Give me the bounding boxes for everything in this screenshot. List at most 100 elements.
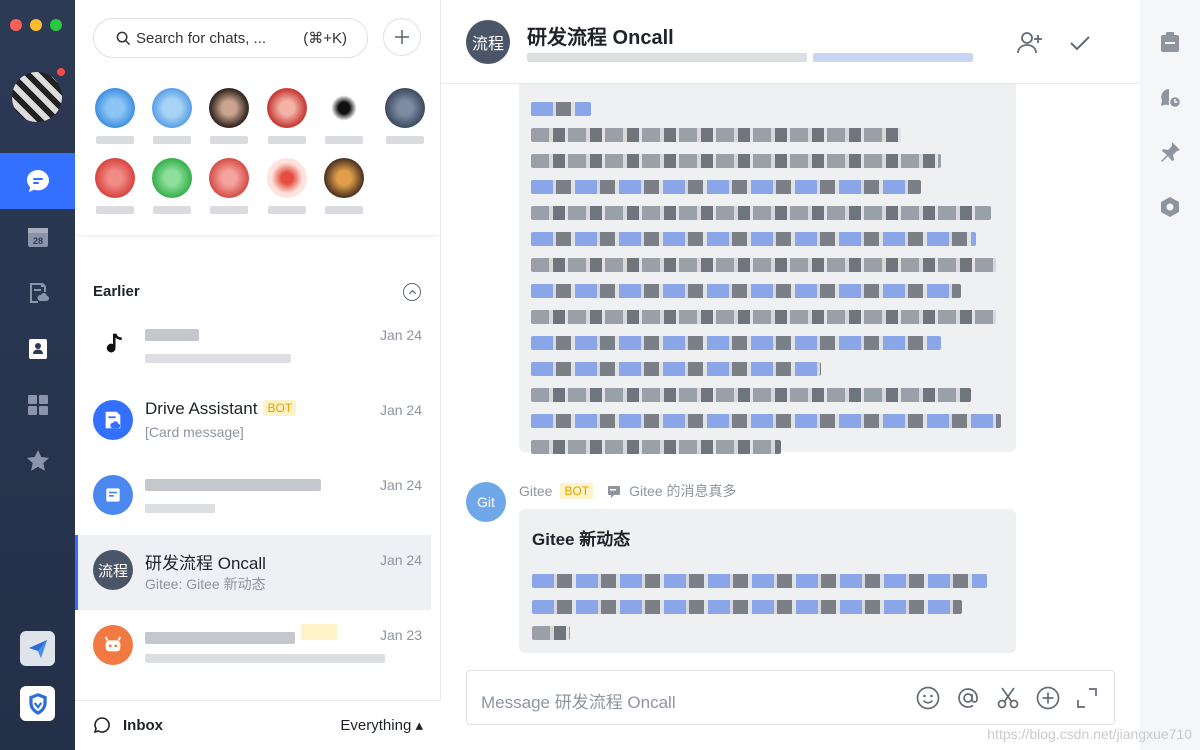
chat-avatar: [93, 625, 133, 665]
drive-icon: [105, 411, 121, 429]
message-composer[interactable]: Message 研发流程 Oncall: [466, 670, 1115, 725]
notification-dot: [55, 66, 67, 78]
chat-list-item[interactable]: Jan 24: [75, 310, 431, 385]
emoji-icon[interactable]: [915, 685, 941, 711]
svg-text:28: 28: [32, 236, 42, 246]
chat-date: Jan 23: [379, 627, 422, 643]
maximize-window-button[interactable]: [50, 19, 62, 31]
pinned-chat[interactable]: [322, 88, 366, 144]
pinned-chats: [75, 72, 441, 236]
chat-history-icon[interactable]: [1158, 86, 1182, 110]
pinned-chat[interactable]: [93, 158, 137, 214]
pinned-chat[interactable]: [322, 158, 366, 214]
chat-list-item-active[interactable]: 流程 研发流程 Oncall Gitee: Gitee 新动态 Jan 24: [75, 535, 431, 610]
inbox-button[interactable]: Inbox: [93, 716, 163, 734]
window-controls: [10, 19, 62, 31]
mention-icon[interactable]: [955, 685, 981, 711]
expand-icon[interactable]: [1074, 685, 1100, 711]
new-chat-button[interactable]: [383, 18, 421, 56]
chat-preview: Gitee: Gitee 新动态: [145, 576, 266, 592]
chat-name: [145, 324, 199, 344]
rail-item-messenger[interactable]: [0, 153, 75, 209]
chat-name-text: Drive Assistant: [145, 399, 258, 418]
rail-item-contacts[interactable]: [0, 321, 75, 377]
contacts-icon: [28, 339, 47, 359]
rail-item-workplace[interactable]: [0, 377, 75, 433]
document-cloud-icon: [29, 283, 49, 303]
bot-badge: BOT: [263, 400, 297, 416]
chat-date: Jan 24: [379, 402, 422, 418]
rail-item-calendar[interactable]: 28: [0, 209, 75, 265]
settings-hexagon-icon[interactable]: [1158, 195, 1182, 219]
chat-date: Jan 24: [379, 552, 422, 568]
checkmark-icon[interactable]: [1066, 29, 1094, 57]
chat-list-panel: Search for chats, ... (⌘+K) Earlier Jan …: [75, 0, 441, 750]
sender-avatar[interactable]: Git: [466, 482, 506, 522]
bot-badge: BOT: [560, 483, 594, 499]
chat-avatar: [93, 400, 133, 440]
chat-date: Jan 24: [379, 327, 422, 343]
rail-app-paper-plane[interactable]: [20, 631, 55, 666]
group-avatar[interactable]: 流程: [466, 20, 510, 64]
collapse-section-button[interactable]: [403, 283, 421, 301]
left-rail: 28: [0, 0, 75, 750]
composer-placeholder: Message 研发流程 Oncall: [481, 693, 676, 712]
chat-name: 研发流程 Oncall: [145, 554, 266, 573]
chat-date: Jan 24: [379, 477, 422, 493]
chat-main: 流程 研发流程 Oncall Git Gitee BOT Gitee 的消息真多…: [441, 0, 1140, 750]
pinned-chat[interactable]: [265, 158, 309, 214]
announcement-icon[interactable]: [1158, 30, 1182, 54]
chat-list-item[interactable]: Jan 24: [75, 460, 431, 535]
chat-header: 流程 研发流程 Oncall: [441, 0, 1140, 84]
rail-app-shield[interactable]: [20, 686, 55, 721]
sender-name[interactable]: Gitee: [519, 483, 552, 499]
rail-item-favorites[interactable]: [0, 433, 75, 489]
add-member-icon[interactable]: [1016, 29, 1044, 57]
close-window-button[interactable]: [10, 19, 22, 31]
grid-apps-icon: [27, 395, 48, 415]
app-window: 28 Search for chats, ... (⌘+K) Earlier J…: [0, 0, 1200, 750]
pinned-chat[interactable]: [150, 88, 194, 144]
thread-title[interactable]: Gitee 的消息真多: [629, 481, 736, 501]
chat-avatar: 流程: [93, 550, 133, 590]
pinned-chat[interactable]: [150, 158, 194, 214]
pinned-chat[interactable]: [207, 158, 251, 214]
pinned-chat[interactable]: [265, 88, 309, 144]
star-icon: [26, 450, 49, 471]
chat-preview: [145, 499, 215, 515]
user-avatar[interactable]: [12, 72, 62, 122]
paper-plane-icon: [28, 639, 47, 658]
chat-title: 研发流程 Oncall: [527, 27, 674, 49]
search-input[interactable]: Search for chats, ... (⌘+K): [93, 18, 368, 58]
message-card: [519, 84, 1016, 454]
chat-name: [145, 624, 337, 647]
shield-icon: [28, 692, 47, 715]
form-icon: [106, 488, 120, 502]
card-title: Gitee 新动态: [532, 530, 631, 549]
plus-circle-icon[interactable]: [1035, 685, 1061, 711]
right-toolbar: [1140, 0, 1200, 750]
pinned-chat[interactable]: [207, 88, 251, 144]
pinned-chat[interactable]: [383, 88, 427, 144]
plus-icon: [395, 30, 409, 44]
chat-list-item[interactable]: Drive Assistant BOT [Card message] Jan 24: [75, 385, 431, 460]
chat-list-footer: Inbox Everything ▴: [75, 700, 441, 750]
pin-icon[interactable]: [1158, 140, 1182, 164]
pinned-chat[interactable]: [93, 88, 137, 144]
chat-preview: [Card message]: [145, 424, 244, 440]
filter-dropdown[interactable]: Everything ▴: [340, 716, 423, 734]
chat-preview: [145, 349, 291, 365]
chat-preview: [145, 649, 385, 665]
chevron-up-icon: [408, 289, 416, 294]
search-shortcut: (⌘+K): [303, 30, 347, 47]
chat-bubble-outline-icon: [93, 717, 110, 734]
minimize-window-button[interactable]: [30, 19, 42, 31]
chat-name: [145, 474, 321, 494]
chat-bubble-icon: [26, 170, 49, 192]
screenshot-scissors-icon[interactable]: [995, 685, 1021, 711]
chat-avatar: [93, 475, 133, 515]
chat-list-item[interactable]: Jan 23: [75, 610, 431, 685]
search-placeholder: Search for chats, ...: [136, 29, 267, 47]
rail-item-docs[interactable]: [0, 265, 75, 321]
message-area: Git Gitee BOT Gitee 的消息真多 Gitee 新动态: [441, 84, 1140, 670]
